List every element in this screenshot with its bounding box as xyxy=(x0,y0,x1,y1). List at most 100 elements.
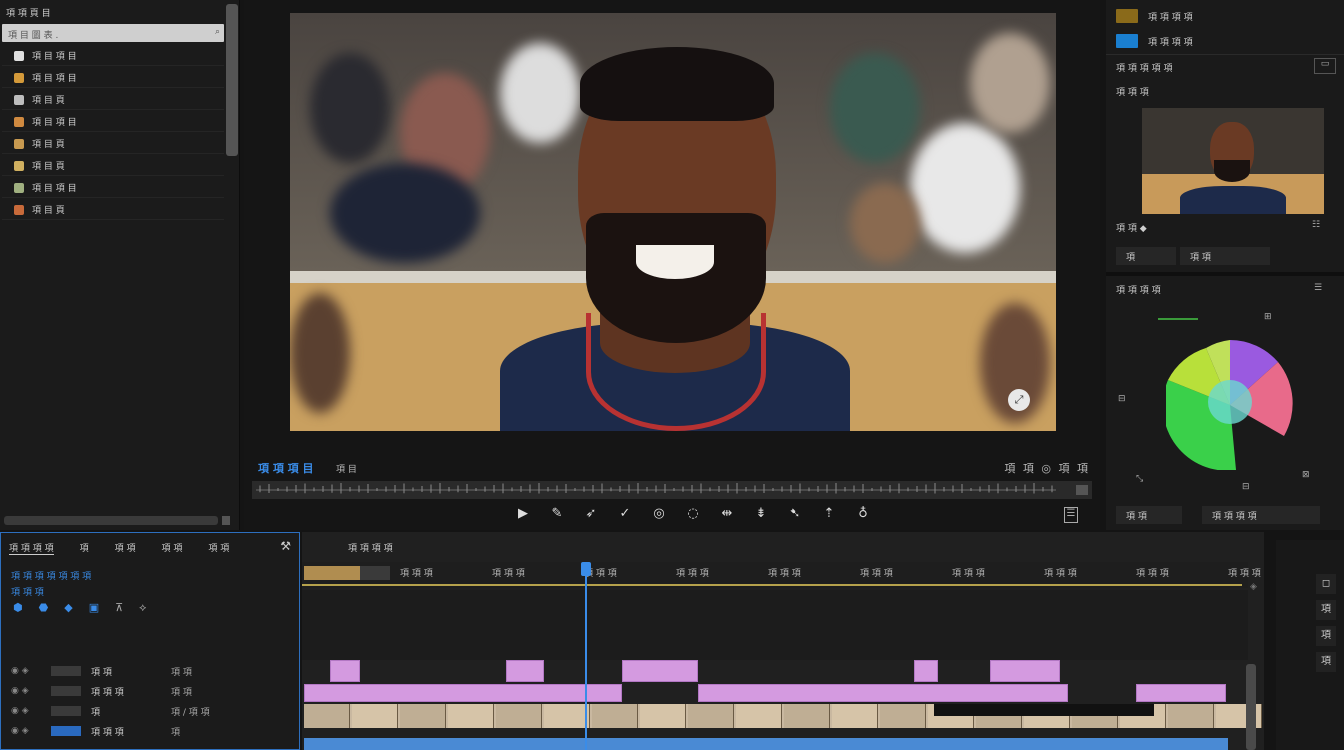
track-toggle-icon[interactable]: ◉ ◈ xyxy=(11,706,51,716)
video-frame[interactable]: ⤢ xyxy=(290,13,1056,431)
title-clip[interactable] xyxy=(914,660,938,682)
video-clip[interactable] xyxy=(496,704,542,728)
video-clip[interactable] xyxy=(304,704,350,728)
timeline-ruler[interactable]: 項 項 項項 項 項項 項 項項 項 項項 項 項項 項 項項 項 項項 項 項… xyxy=(302,562,1261,588)
transport-button-10[interactable]: ♁ xyxy=(854,506,872,521)
viewer-scrubber[interactable] xyxy=(252,481,1092,499)
video-clip[interactable] xyxy=(784,704,830,728)
transport-button-2[interactable]: ➶ xyxy=(582,506,600,521)
timeline-timecode[interactable]: 項 項 項 項 項 項 項 xyxy=(11,569,91,582)
right-panel-toolbar[interactable]: 項 項 項 項 項 xyxy=(1116,58,1172,76)
bin-item[interactable]: 項 目 頁 xyxy=(2,200,224,220)
panel-menu-icon[interactable]: ▭ xyxy=(1314,58,1336,74)
bin-item[interactable]: 項 目 頁 xyxy=(2,134,224,154)
audio-track-clips[interactable] xyxy=(304,738,1228,750)
transport-button-0[interactable]: ▶ xyxy=(514,506,532,521)
track-header[interactable]: ◉ ◈ 項 項 項 項 項 xyxy=(11,681,291,701)
settings-icon[interactable]: ▣ xyxy=(89,601,99,615)
playhead[interactable] xyxy=(581,562,591,750)
timeline-vertical-scrollbar[interactable] xyxy=(1246,664,1256,750)
video-track-clips[interactable] xyxy=(304,704,1262,728)
viewer-settings-icon[interactable]: ☰ xyxy=(1064,507,1078,523)
track-target[interactable] xyxy=(51,726,81,736)
tool-button-2[interactable]: 項 xyxy=(1316,626,1336,646)
preview-thumbnail[interactable] xyxy=(1142,108,1324,214)
wrench-icon[interactable]: ⚒ xyxy=(280,539,291,553)
timeline-tab-4[interactable]: 項 項 xyxy=(208,541,229,555)
transport-button-5[interactable]: ◌ xyxy=(684,506,702,521)
source-row-1[interactable]: 項 項 項 項 xyxy=(1116,7,1193,25)
title-clip[interactable] xyxy=(622,660,698,682)
color-wheel[interactable] xyxy=(1166,340,1294,470)
color-footer-left[interactable]: 項 項 xyxy=(1116,506,1182,524)
tool-button-1[interactable]: 項 xyxy=(1316,600,1336,620)
marker-icon[interactable]: ◆ xyxy=(64,601,72,615)
track-toggle-icon[interactable]: ◉ ◈ xyxy=(11,666,51,676)
bin-item[interactable]: 項 目 項 目 xyxy=(2,46,224,66)
video-clip[interactable] xyxy=(880,704,926,728)
fullscreen-icon[interactable]: ⤢ xyxy=(1008,389,1030,411)
link-icon[interactable]: ⬣ xyxy=(39,601,49,615)
transport-button-7[interactable]: ⇟ xyxy=(752,506,770,521)
video-clip[interactable] xyxy=(736,704,782,728)
title-clip[interactable] xyxy=(506,660,544,682)
effect-button-a[interactable]: 項 xyxy=(1116,247,1176,265)
wand-icon[interactable]: ⟡ xyxy=(139,601,146,615)
viewer-timecode[interactable]: 項 項 項 目 xyxy=(258,460,314,476)
graphic-clip[interactable] xyxy=(698,684,1068,702)
transport-button-1[interactable]: ✎ xyxy=(548,506,566,521)
transport-button-8[interactable]: ➷ xyxy=(786,506,804,521)
bin-item[interactable]: 項 目 頁 xyxy=(2,90,224,110)
track-target[interactable] xyxy=(51,666,81,676)
viewer-fit-dropdown[interactable]: 項 目 xyxy=(336,462,357,475)
transport-button-4[interactable]: ◎ xyxy=(650,506,668,521)
transport-button-9[interactable]: ⇡ xyxy=(820,506,838,521)
bin-horizontal-scrollbar[interactable] xyxy=(4,516,230,525)
bin-item[interactable]: 項 目 頁 xyxy=(2,156,224,176)
effect-button-b[interactable]: 項 項 xyxy=(1180,247,1270,265)
video-clip[interactable] xyxy=(544,704,590,728)
title-clip[interactable] xyxy=(330,660,360,682)
timeline-tab-3[interactable]: 項 項 xyxy=(161,541,182,555)
work-area-bar[interactable] xyxy=(304,566,390,580)
title-clip[interactable] xyxy=(990,660,1060,682)
timeline-tab-0[interactable]: 項 項 項 項 xyxy=(9,541,54,555)
tool-button-3[interactable]: 項 xyxy=(1316,652,1336,672)
track-header[interactable]: ◉ ◈ 項 項 項 項 xyxy=(11,661,291,681)
bin-item[interactable]: 項 目 項 目 xyxy=(2,112,224,132)
search-icon[interactable]: ⌕ xyxy=(215,27,220,37)
track-toggle-icon[interactable]: ◉ ◈ xyxy=(11,686,51,696)
timeline-tab-1[interactable]: 項 xyxy=(80,541,89,555)
ruler-end-icon[interactable]: ◈ xyxy=(1250,582,1257,592)
video-clip[interactable] xyxy=(640,704,686,728)
bin-search-input[interactable]: 項 目 圖 表 . ⌕ xyxy=(2,24,224,42)
color-slider[interactable] xyxy=(1158,318,1198,320)
graphic-clip[interactable] xyxy=(304,684,622,702)
tool-button-0[interactable]: ◻ xyxy=(1316,574,1336,594)
bin-vertical-scrollbar[interactable] xyxy=(226,4,238,156)
bin-item[interactable]: 項 目 項 目 xyxy=(2,178,224,198)
caption-icon[interactable]: ⊼ xyxy=(115,601,123,615)
empty-track-area[interactable] xyxy=(302,590,1248,660)
bin-item[interactable]: 項 目 項 目 xyxy=(2,68,224,88)
track-toggle-icon[interactable]: ◉ ◈ xyxy=(11,726,51,736)
transport-button-6[interactable]: ⇹ xyxy=(718,506,736,521)
video-clip[interactable] xyxy=(352,704,398,728)
video-clip[interactable] xyxy=(400,704,446,728)
viewer-right-controls[interactable]: 項 項 ◎ 項 項 xyxy=(1004,460,1090,476)
track-header[interactable]: ◉ ◈ 項 項 項 項 xyxy=(11,721,291,741)
transport-button-3[interactable]: ✓ xyxy=(616,506,634,521)
graphic-clip[interactable] xyxy=(1136,684,1226,702)
video-clip[interactable] xyxy=(1168,704,1214,728)
video-clip[interactable] xyxy=(832,704,878,728)
video-clip[interactable] xyxy=(592,704,638,728)
timeline-tab-2[interactable]: 項 項 xyxy=(115,541,136,555)
preview-options-icon[interactable]: ☷ xyxy=(1312,220,1320,230)
video-clip[interactable] xyxy=(688,704,734,728)
video-clip[interactable] xyxy=(448,704,494,728)
source-row-2[interactable]: 項 項 項 項 xyxy=(1116,32,1193,50)
track-target[interactable] xyxy=(51,706,81,716)
snap-icon[interactable]: ⬢ xyxy=(13,601,23,615)
sequence-name[interactable]: 項 項 項 項 xyxy=(348,541,393,554)
color-panel-menu-icon[interactable]: ☰ xyxy=(1314,283,1322,293)
